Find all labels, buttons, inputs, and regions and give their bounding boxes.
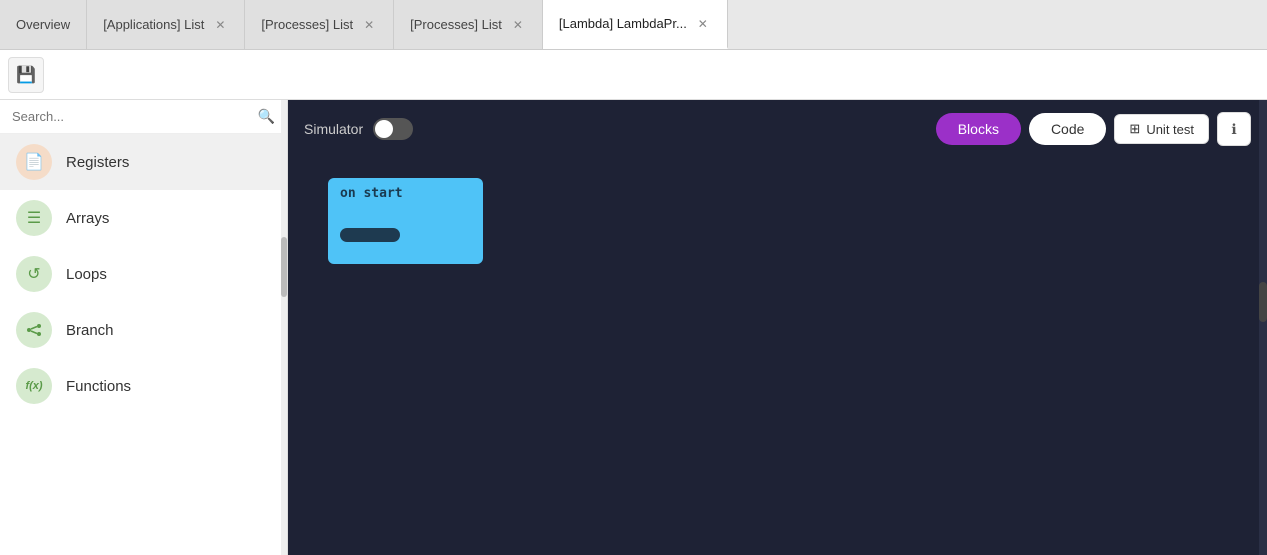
tab-processes-list-1[interactable]: [Processes] List ✕ <box>245 0 394 49</box>
arrays-label: Arrays <box>66 210 109 227</box>
search-icon: 🔍 <box>258 108 275 125</box>
sidebar-item-loops[interactable]: ↺ Loops <box>0 246 287 302</box>
registers-icon: 📄 <box>16 144 52 180</box>
sidebar-item-arrays[interactable]: ☰ Arrays <box>0 190 287 246</box>
loops-label: Loops <box>66 266 107 283</box>
sidebar-scrollbar[interactable] <box>281 100 287 555</box>
code-button[interactable]: Code <box>1029 113 1106 145</box>
sidebar-scroll-thumb <box>281 237 287 297</box>
on-start-block-header: on start <box>328 178 483 209</box>
right-scroll-thumb <box>1259 282 1267 322</box>
unit-test-label: Unit test <box>1146 122 1194 137</box>
on-start-block-body <box>328 209 483 264</box>
registers-label: Registers <box>66 154 129 171</box>
sidebar-items: 📄 Registers ☰ Arrays ↺ Loops <box>0 134 287 555</box>
close-applications-tab-icon[interactable]: ✕ <box>212 17 228 33</box>
simulator-toggle-switch[interactable] <box>373 118 413 140</box>
sidebar: 🔍 📄 Registers ☰ Arrays ↺ Loops <box>0 100 288 555</box>
tab-processes2-label: [Processes] List <box>410 17 502 32</box>
search-input[interactable] <box>12 109 250 124</box>
content-toolbar: Simulator Blocks Code ⊞ Unit test ℹ <box>288 100 1267 158</box>
on-start-block[interactable]: on start <box>328 178 483 264</box>
right-scrollbar[interactable] <box>1259 100 1267 555</box>
toggle-knob <box>375 120 393 138</box>
search-bar: 🔍 <box>0 100 287 134</box>
arrays-icon: ☰ <box>16 200 52 236</box>
simulator-label: Simulator <box>304 121 363 137</box>
functions-label: Functions <box>66 378 131 395</box>
close-processes2-tab-icon[interactable]: ✕ <box>510 17 526 33</box>
content-area: Simulator Blocks Code ⊞ Unit test ℹ on s… <box>288 100 1267 555</box>
functions-icon: f(x) <box>16 368 52 404</box>
loops-icon: ↺ <box>16 256 52 292</box>
branch-label: Branch <box>66 322 114 339</box>
tab-lambda[interactable]: [Lambda] LambdaPr... ✕ <box>543 0 728 49</box>
blocks-button[interactable]: Blocks <box>936 113 1021 145</box>
tab-processes-list-2[interactable]: [Processes] List ✕ <box>394 0 543 49</box>
sidebar-item-functions[interactable]: f(x) Functions <box>0 358 287 414</box>
view-buttons: Blocks Code ⊞ Unit test ℹ <box>936 112 1251 146</box>
save-button[interactable]: 💾 <box>8 57 44 93</box>
tab-bar: Overview [Applications] List ✕ [Processe… <box>0 0 1267 50</box>
branch-icon <box>16 312 52 348</box>
tab-overview[interactable]: Overview <box>0 0 87 49</box>
block-connector <box>340 228 400 242</box>
tab-applications-list[interactable]: [Applications] List ✕ <box>87 0 245 49</box>
tab-applications-label: [Applications] List <box>103 17 204 32</box>
tab-lambda-label: [Lambda] LambdaPr... <box>559 16 687 31</box>
unit-test-icon: ⊞ <box>1129 121 1140 137</box>
tab-overview-label: Overview <box>16 17 70 32</box>
info-button[interactable]: ℹ <box>1217 112 1251 146</box>
sidebar-item-branch[interactable]: Branch <box>0 302 287 358</box>
close-processes1-tab-icon[interactable]: ✕ <box>361 17 377 33</box>
block-canvas: on start <box>288 158 1267 555</box>
main-layout: 🔍 📄 Registers ☰ Arrays ↺ Loops <box>0 100 1267 555</box>
unit-test-button[interactable]: ⊞ Unit test <box>1114 114 1209 144</box>
tab-processes1-label: [Processes] List <box>261 17 353 32</box>
close-lambda-tab-icon[interactable]: ✕ <box>695 16 711 32</box>
sidebar-item-registers[interactable]: 📄 Registers <box>0 134 287 190</box>
simulator-toggle-group: Simulator <box>304 118 413 140</box>
toolbar: 💾 <box>0 50 1267 100</box>
